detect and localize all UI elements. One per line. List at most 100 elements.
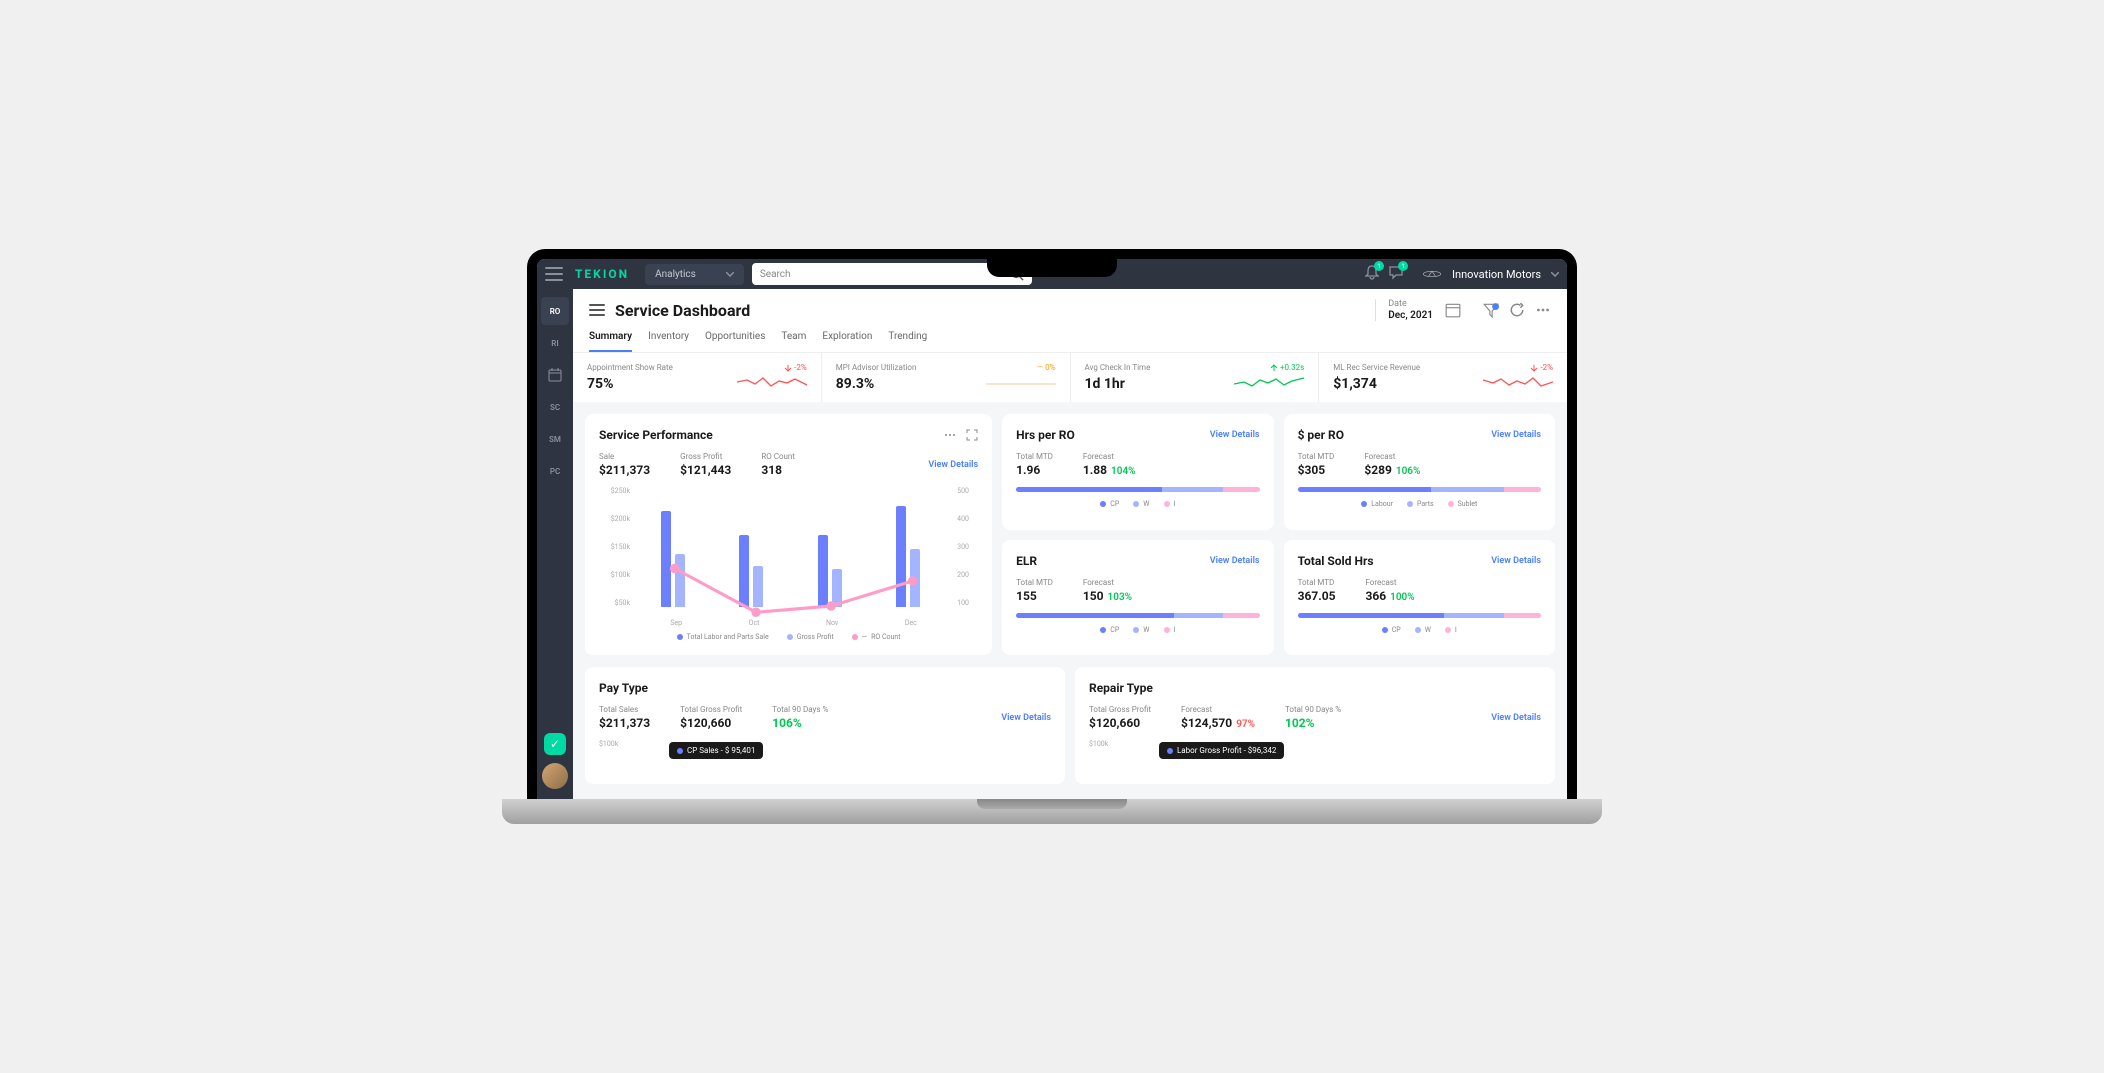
sparkline — [986, 372, 1056, 392]
chat-button[interactable]: 1 — [1388, 264, 1404, 284]
logo: TEKION — [575, 267, 629, 281]
chart-legend: Total Labor and Parts Sale Gross Profit … — [599, 633, 978, 641]
view-details-link[interactable]: View Details — [1491, 556, 1541, 566]
metric-label: Sale — [599, 452, 650, 461]
metric-value: 318 — [761, 463, 795, 477]
view-details-link[interactable]: View Details — [1001, 713, 1051, 723]
module-label: Analytics — [655, 269, 696, 280]
sidebar-item-pc[interactable]: PC — [541, 457, 569, 485]
progress-bar — [1016, 613, 1259, 618]
more-icon[interactable] — [1535, 302, 1551, 318]
kpi-checkin-time: Avg Check In Time 1d 1hr +0.32s — [1071, 353, 1320, 402]
progress-bar — [1298, 487, 1541, 492]
page-hamburger-icon[interactable] — [589, 304, 605, 316]
tab-inventory[interactable]: Inventory — [648, 331, 689, 352]
card-hrs-per-ro: Hrs per ROView Details Total MTD1.96 For… — [1002, 414, 1273, 530]
card-service-performance: Service Performance Sale $211,373 Gross P… — [585, 414, 992, 655]
sparkline — [1483, 372, 1553, 392]
status-check-icon[interactable]: ✓ — [544, 733, 566, 755]
notifications-button[interactable]: 1 — [1364, 264, 1380, 284]
kpi-delta: -2% — [784, 363, 807, 372]
card-title: Service Performance — [599, 428, 713, 442]
card-title: Total Sold Hrs — [1298, 554, 1374, 568]
tabs: Summary Inventory Opportunities Team Exp… — [589, 331, 1551, 352]
progress-bar — [1016, 487, 1259, 492]
pay-type-chart: $100k CP Sales - $ 95,401 — [599, 740, 1051, 770]
page-header: Service Dashboard Date Dec, 2021 — [573, 289, 1567, 352]
hamburger-icon[interactable] — [545, 267, 563, 281]
arrow-down-icon — [1530, 364, 1538, 372]
tab-opportunities[interactable]: Opportunities — [705, 331, 765, 352]
kpi-delta: -2% — [1530, 363, 1553, 372]
tab-summary[interactable]: Summary — [589, 331, 632, 352]
tab-exploration[interactable]: Exploration — [822, 331, 872, 352]
service-perf-chart: $250k$200k$150k$100k$50k 500400300200100 — [599, 487, 978, 627]
arrow-down-icon — [784, 364, 792, 372]
x-axis: SepOctNovDec — [637, 619, 950, 627]
date-label: Date — [1388, 299, 1407, 309]
page-title: Service Dashboard — [615, 301, 1365, 320]
card-title: $ per RO — [1298, 428, 1344, 442]
card-title: Hrs per RO — [1016, 428, 1075, 442]
card-title: ELR — [1016, 554, 1037, 568]
kpi-label: Appointment Show Rate — [587, 363, 807, 372]
date-picker[interactable]: Date Dec, 2021 — [1375, 299, 1461, 321]
legend: CPWI — [1016, 500, 1259, 508]
kpi-label: MPI Advisor Utilization — [836, 363, 1056, 372]
legend: CPWI — [1016, 626, 1259, 634]
arrow-up-icon — [1270, 364, 1278, 372]
filter-icon[interactable] — [1483, 302, 1499, 318]
calendar-icon[interactable] — [1445, 302, 1461, 318]
module-dropdown[interactable]: Analytics — [645, 264, 744, 285]
legend: CPWI — [1298, 626, 1541, 634]
view-details-link[interactable]: View Details — [1210, 556, 1260, 566]
calendar-icon — [548, 368, 562, 382]
chat-badge: 1 — [1398, 261, 1408, 271]
metric-value: $211,373 — [599, 463, 650, 477]
card-title: Pay Type — [599, 681, 648, 695]
tab-trending[interactable]: Trending — [888, 331, 927, 352]
notif-badge: 1 — [1374, 261, 1384, 271]
sparkline — [1234, 372, 1304, 392]
kpi-label: ML Rec Service Revenue — [1333, 363, 1553, 372]
sparkline — [737, 372, 807, 392]
legend: LabourPartsSublet — [1298, 500, 1541, 508]
kpi-delta: — 0% — [1037, 363, 1056, 372]
expand-icon[interactable] — [966, 429, 978, 441]
sidebar-item-calendar[interactable] — [541, 361, 569, 389]
progress-bar — [1298, 613, 1541, 618]
chevron-down-icon — [1551, 272, 1559, 277]
avatar[interactable] — [542, 763, 568, 789]
card-pay-type: Pay Type Total Sales$211,373 Total Gross… — [585, 667, 1065, 784]
refresh-icon[interactable] — [1509, 302, 1525, 318]
kpi-mpi-utilization: MPI Advisor Utilization 89.3% — 0% — [822, 353, 1071, 402]
sidebar-item-sc[interactable]: SC — [541, 393, 569, 421]
more-icon[interactable] — [944, 429, 956, 441]
view-details-link[interactable]: View Details — [1491, 713, 1541, 723]
y-axis-right: 500400300200100 — [953, 487, 978, 607]
y-axis-left: $250k$200k$150k$100k$50k — [599, 487, 634, 607]
kpi-appointment-show: Appointment Show Rate 75% -2% — [573, 353, 822, 402]
metric-value: $121,443 — [680, 463, 731, 477]
sidebar-item-ri[interactable]: RI — [541, 329, 569, 357]
view-details-link[interactable]: View Details — [1210, 430, 1260, 440]
sidebar-item-ro[interactable]: RO — [541, 297, 569, 325]
kpi-row: Appointment Show Rate 75% -2% MPI Adviso… — [573, 352, 1567, 402]
chart-tooltip: CP Sales - $ 95,401 — [669, 742, 763, 759]
chart-tooltip: Labor Gross Profit - $96,342 — [1159, 742, 1284, 759]
sidebar: RO RI SC SM PC ✓ — [537, 289, 573, 799]
tab-team[interactable]: Team — [781, 331, 806, 352]
content-area: Service Dashboard Date Dec, 2021 — [573, 289, 1567, 799]
view-details-link[interactable]: View Details — [928, 460, 978, 470]
card-title: Repair Type — [1089, 681, 1153, 695]
kpi-delta: +0.32s — [1270, 363, 1304, 372]
metric-label: RO Count — [761, 452, 795, 461]
repair-type-chart: $100k Labor Gross Profit - $96,342 — [1089, 740, 1541, 770]
date-value: Dec, 2021 — [1388, 310, 1433, 321]
search-input[interactable] — [760, 269, 1010, 280]
sidebar-item-sm[interactable]: SM — [541, 425, 569, 453]
chevron-down-icon — [726, 272, 734, 277]
dealer-dropdown[interactable]: Innovation Motors — [1422, 268, 1559, 281]
metric-label: Gross Profit — [680, 452, 731, 461]
view-details-link[interactable]: View Details — [1491, 430, 1541, 440]
